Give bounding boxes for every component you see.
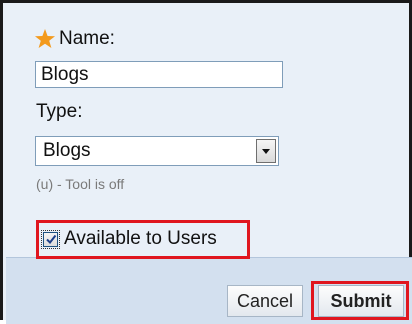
- available-label[interactable]: Available to Users: [64, 228, 217, 250]
- available-checkbox[interactable]: [41, 230, 60, 249]
- tool-status-text: (u) - Tool is off: [36, 176, 125, 192]
- type-select[interactable]: Blogs: [35, 136, 279, 166]
- type-select-value: Blogs: [43, 140, 91, 161]
- name-label: Name:: [59, 28, 115, 49]
- name-input[interactable]: [35, 61, 283, 88]
- checkmark-icon: [46, 234, 57, 245]
- cancel-button[interactable]: Cancel: [227, 285, 303, 317]
- type-label: Type:: [36, 101, 83, 122]
- required-star-icon: [35, 29, 55, 48]
- submit-button[interactable]: Submit: [318, 285, 404, 317]
- chevron-down-icon[interactable]: [256, 139, 276, 163]
